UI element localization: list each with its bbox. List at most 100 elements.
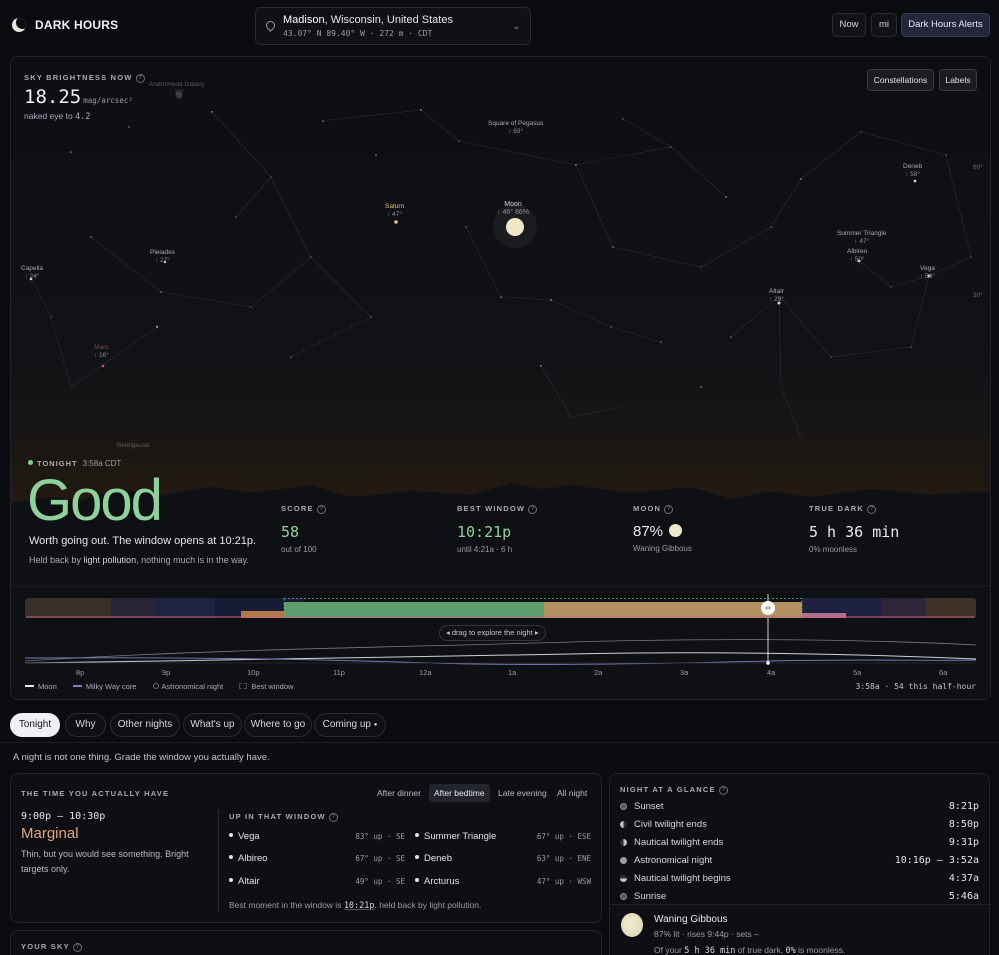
band-best-green (284, 602, 544, 618)
help-icon[interactable]: ? (316, 505, 326, 514)
sky-object-label[interactable]: Albireo ↑ 50° (847, 248, 867, 264)
night-timeline[interactable] (25, 598, 976, 618)
band-day (926, 598, 976, 618)
up-item[interactable]: Deneb 63° up · ENE (415, 853, 591, 867)
up-item[interactable]: Vega 83° up · SE (229, 831, 405, 845)
hour-label: 12a (419, 668, 432, 677)
naked-eye-limit: naked eye to 4.2 (24, 111, 91, 122)
now-button[interactable]: Now (832, 13, 866, 37)
constellations-toggle[interactable]: Constellations (867, 69, 934, 91)
tab-whats-up[interactable]: What's up (183, 713, 242, 737)
sky-brightness-value: 18.25 mag/arcsec² (24, 86, 133, 108)
time-you-have-card: THE TIME YOU ACTUALLY HAVE After dinner … (10, 773, 602, 923)
event-nautical-twilight-begins: Nautical twilight begins 4:37a (620, 873, 979, 887)
help-icon[interactable]: ? (328, 813, 338, 822)
help-icon[interactable]: ? (72, 943, 82, 952)
moon-phase-meta: 87% lit · rises 9:44p · sets – (654, 929, 759, 939)
hour-label: 3a (680, 668, 689, 677)
alerts-button[interactable]: Dark Hours Alerts (901, 13, 990, 37)
up-item[interactable]: Albireo 67° up · SE (229, 853, 405, 867)
sky-object-label[interactable]: Summer Triangle ↑ 47° (837, 230, 887, 246)
help-icon[interactable]: ? (718, 786, 728, 795)
best-moment-note: Best moment in the window is 10:21p, hel… (229, 900, 482, 911)
units-button[interactable]: mi (871, 13, 897, 37)
tab-coming-up[interactable]: Coming up ● (314, 713, 386, 737)
hour-label: 9p (162, 668, 171, 677)
hour-label: 10p (247, 668, 260, 677)
constellation-line (211, 111, 272, 218)
star (700, 386, 702, 388)
hour-label: 1a (508, 668, 517, 677)
best-window-stat: BEST WINDOW? 10:21p until 4:21a · 6 h (457, 504, 538, 554)
help-icon[interactable]: ? (528, 505, 538, 514)
up-in-window-title: UP IN THAT WINDOW? (229, 812, 338, 822)
constellation-line (465, 226, 662, 343)
sky-object-label[interactable]: Deneb ↑ 58° (903, 163, 922, 179)
chevron-down-icon: ⌄ (512, 21, 520, 31)
half-light-icon (620, 821, 627, 828)
tonight-verdict: Good (27, 468, 163, 533)
event-civil-twilight-ends: Civil twilight ends 8:50p (620, 819, 979, 833)
up-item[interactable]: Altair 49° up · SE (229, 876, 405, 890)
constellation-line (270, 176, 372, 358)
sky-object-label[interactable]: Vega ↑ 54° (920, 265, 935, 281)
new-dot-icon: ● (373, 722, 378, 728)
night-icon (620, 857, 627, 864)
card-divider (218, 809, 219, 914)
labels-toggle[interactable]: Labels (939, 69, 977, 91)
tabs-divider (0, 742, 999, 743)
star (375, 154, 377, 156)
hour-label: 6a (939, 668, 948, 677)
your-sky-title: YOUR SKY? (21, 942, 82, 952)
constellation-line (90, 236, 312, 308)
sky-object-label[interactable]: Betelgeuse (117, 442, 150, 450)
event-nautical-twilight-ends: Nautical twilight ends 9:31p (620, 837, 979, 851)
tab-other-nights[interactable]: Other nights (110, 713, 180, 737)
sky-panel[interactable]: SKY BRIGHTNESS NOW? 18.25 mag/arcsec² nak… (10, 56, 991, 700)
sky-object-label[interactable]: Square of Pegasus ↑ 69° (488, 120, 543, 136)
event-astronomical-night: Astronomical night 10:16p – 3:52a (620, 855, 979, 869)
altitude-tick: 30° (973, 292, 983, 299)
tab-tonight[interactable]: Tonight (10, 713, 60, 737)
constellation-line (858, 256, 972, 288)
intro-text: A night is not one thing. Grade the wind… (13, 752, 270, 763)
mars-marker (101, 364, 105, 368)
band-dawn (882, 598, 926, 618)
hour-label: 11p (333, 668, 345, 677)
sky-object-label[interactable]: Altair ↑ 29° (769, 288, 784, 304)
constellation-line (622, 118, 672, 148)
tab-where-to-go[interactable]: Where to go (244, 713, 312, 737)
mode-late-evening[interactable]: Late evening (493, 784, 552, 802)
moon-label[interactable]: Moon ↑ 46° 86% (497, 201, 529, 217)
help-icon[interactable]: ? (664, 505, 674, 514)
altitude-tick: 60° (973, 164, 983, 171)
tab-why[interactable]: Why (65, 713, 106, 737)
mode-after-dinner[interactable]: After dinner (372, 784, 426, 802)
help-icon[interactable]: ? (135, 74, 145, 83)
sky-object-label[interactable]: Mars ↑ 16° (94, 344, 109, 360)
night-at-a-glance-card: NIGHT AT A GLANCE? Sunset 8:21p Civil twi… (609, 773, 991, 955)
sky-object-label[interactable]: Saturn ↑ 47° (385, 203, 404, 219)
location-pin-icon (264, 19, 277, 32)
milky-way-legend-swatch (72, 685, 82, 687)
location-picker[interactable]: Madison, Wisconsin, United States 43.07°… (255, 7, 531, 45)
up-item[interactable]: Summer Triangle 67° up · ESE (415, 831, 591, 845)
constellation-line (730, 275, 930, 358)
sky-object-label[interactable]: Capella ↑ 24° (21, 265, 43, 281)
moon-logo-icon (12, 18, 26, 32)
up-item[interactable]: Arcturus 47° up · WSW (415, 876, 591, 890)
mode-all-night[interactable]: All night (552, 784, 592, 802)
timeline-drag-handle[interactable]: ‹› (761, 601, 775, 615)
help-icon[interactable]: ? (866, 505, 876, 514)
sky-object-label[interactable]: Pleiades ↑ 27° (150, 249, 175, 265)
moon-legend-swatch (25, 685, 34, 687)
location-name: Madison, Wisconsin, United States (283, 14, 453, 26)
hour-label: 5a (853, 668, 862, 677)
score-stat: SCORE? 58 out of 100 (281, 504, 326, 554)
hour-label: 4a (767, 668, 776, 677)
mode-after-bedtime[interactable]: After bedtime (429, 784, 490, 802)
band-nautical (155, 598, 215, 618)
sky-object-label[interactable]: Andromeda Galaxy ↑ 19° (149, 81, 205, 97)
window-description: Thin, but you would see something. Brigh… (21, 849, 189, 874)
app-title: DARK HOURS (35, 18, 119, 32)
